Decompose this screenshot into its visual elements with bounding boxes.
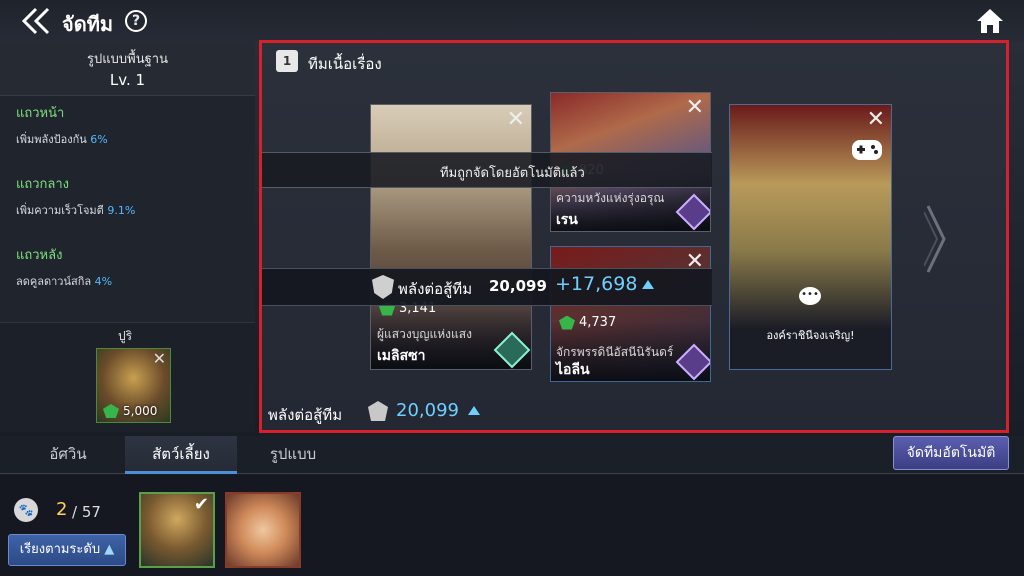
back-row-desc-text: ลดคูลดาวน์สกิล bbox=[16, 275, 92, 288]
hero-power: 4,737 bbox=[559, 315, 616, 330]
tab-pets[interactable]: สัตว์เลี้ยง bbox=[125, 436, 237, 474]
help-icon[interactable]: ? bbox=[125, 10, 147, 32]
close-icon[interactable]: ✕ bbox=[153, 349, 166, 368]
front-row-desc: เพิ่มพลังป้องกัน 6% bbox=[16, 130, 108, 148]
hero-card-melissa[interactable]: ✕ 3,141 ผู้แสวงบุญแห่งแสง เมลิสซา bbox=[370, 104, 532, 370]
pet-slot-power-value: 5,000 bbox=[123, 403, 158, 418]
back-row-title: แถวหลัง bbox=[16, 248, 63, 263]
middle-row-title: แถวกลาง bbox=[16, 177, 70, 192]
hero-subtitle: ผู้แสวงบุญแห่งแสง bbox=[377, 327, 472, 341]
close-icon[interactable]: ✕ bbox=[507, 107, 525, 132]
tab-formation[interactable]: รูปแบบ bbox=[237, 436, 349, 474]
back-row-value: 4% bbox=[94, 275, 113, 288]
front-row-title: แถวหน้า bbox=[16, 106, 65, 121]
pet-count-total: / 57 bbox=[72, 503, 101, 521]
hero-name: ไอลีน bbox=[556, 362, 590, 378]
pet-thumbnail-mushroom[interactable] bbox=[225, 492, 301, 568]
pet-slot[interactable]: ✕ 5,000 bbox=[96, 348, 171, 423]
chat-bubble-icon: ••• bbox=[799, 287, 821, 305]
middle-row-desc: เพิ่มความเร็วโจมตี 9.1% bbox=[16, 201, 135, 219]
middle-row-desc-text: เพิ่มความเร็วโจมตี bbox=[16, 204, 104, 217]
close-icon[interactable]: ✕ bbox=[686, 95, 704, 120]
gamepad-icon bbox=[852, 140, 882, 160]
back-arrow-icon[interactable] bbox=[18, 6, 54, 36]
middle-row-value: 9.1% bbox=[107, 204, 136, 217]
pet-thumbnail-puri[interactable]: ✔ bbox=[139, 492, 215, 568]
checkmark-icon: ✔ bbox=[193, 494, 209, 515]
strip-power-delta: +17,698 bbox=[555, 273, 638, 295]
up-arrow-icon bbox=[468, 406, 480, 415]
team-power-label: พลังต่อสู้ทีม bbox=[268, 406, 343, 424]
power-icon bbox=[559, 315, 575, 330]
front-row-value: 6% bbox=[90, 133, 108, 146]
auto-team-button[interactable]: จัดทีมอัตโนมัติ bbox=[893, 436, 1009, 470]
power-icon bbox=[103, 404, 119, 418]
sort-button-label: เรียงตามระดับ bbox=[19, 542, 101, 557]
strip-power-label: พลังต่อสู้ทีม bbox=[398, 280, 473, 298]
auto-team-banner-text: ทีมถูกจัดโดยอัตโนมัติแล้ว bbox=[440, 166, 585, 181]
chevron-right-icon[interactable] bbox=[924, 204, 948, 274]
pet-slot-power: 5,000 bbox=[103, 403, 158, 418]
sort-by-level-button[interactable]: เรียงตามระดับ ▲ bbox=[8, 534, 126, 566]
formation-level: Lv. 1 bbox=[109, 71, 146, 89]
up-arrow-icon bbox=[642, 280, 654, 289]
top-bar bbox=[0, 0, 1024, 42]
formation-name: รูปแบบพื้นฐาน bbox=[87, 52, 168, 67]
close-icon[interactable]: ✕ bbox=[867, 107, 885, 132]
hero-subtitle: ความหวังแห่งรุ่งอรุณ bbox=[556, 191, 665, 205]
page-title: จัดทีม bbox=[62, 12, 114, 36]
strip-power-value: 20,099 bbox=[489, 277, 547, 295]
hero-name: เมลิสซา bbox=[377, 348, 426, 364]
sort-up-icon: ▲ bbox=[104, 542, 115, 557]
pet-count: 2 bbox=[56, 499, 68, 520]
hero-card-eileen[interactable]: ✕ 4,737 จักรพรรดินีอัสนีนิรันดร์ ไอลีน bbox=[550, 246, 711, 382]
hero-power-value: 4,737 bbox=[579, 315, 617, 330]
pet-icon: 🐾 bbox=[14, 498, 38, 522]
story-team-title: ทีมเนื้อเรื่อง bbox=[308, 55, 382, 73]
tab-heroes[interactable]: อัศวิน bbox=[12, 436, 124, 474]
pet-slot-label: ปูริ bbox=[118, 329, 133, 343]
formation-header: รูปแบบพื้นฐาน Lv. 1 bbox=[0, 42, 255, 96]
story-book-icon: 1 bbox=[276, 50, 298, 72]
hero-name: เรน bbox=[556, 212, 578, 228]
team-power-value: 20,099 bbox=[396, 400, 459, 421]
back-row-desc: ลดคูลดาวน์สกิล 4% bbox=[16, 272, 112, 290]
home-icon[interactable] bbox=[975, 6, 1005, 36]
npc-card-text: องค์ราชินีจงเจริญ! bbox=[766, 329, 855, 342]
front-row-desc-text: เพิ่มพลังป้องกัน bbox=[16, 133, 87, 146]
